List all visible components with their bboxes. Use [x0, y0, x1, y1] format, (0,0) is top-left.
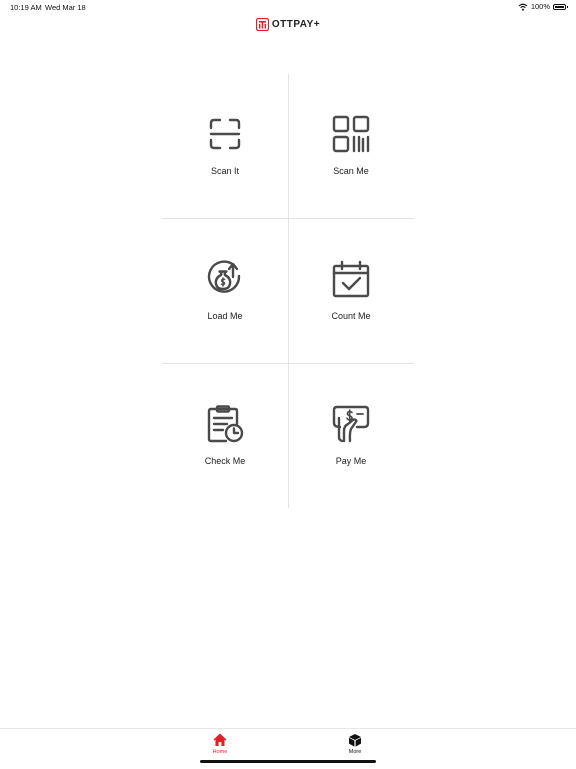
menu-item-pay-me[interactable]: Pay Me	[288, 364, 414, 509]
tab-label: More	[348, 749, 362, 755]
tab-more[interactable]: More	[325, 733, 385, 755]
menu-item-label: Scan Me	[333, 166, 369, 176]
tab-home[interactable]: Home	[190, 733, 250, 755]
menu-grid: Scan It Scan Me Load Me Count Me Check M…	[162, 74, 414, 508]
tab-label: Home	[212, 749, 228, 755]
logo-text: OTTPAY+	[271, 19, 321, 30]
menu-item-count-me[interactable]: Count Me	[288, 219, 414, 364]
menu-item-label: Scan It	[210, 166, 239, 176]
menu-item-label: Load Me	[207, 311, 243, 321]
home-indicator	[200, 760, 376, 763]
calendar-check-icon	[332, 260, 370, 298]
status-indicators: 100%	[518, 2, 568, 11]
app-logo: OTTPAY+	[0, 18, 576, 31]
menu-item-scan-it[interactable]: Scan It	[162, 74, 288, 219]
battery-icon	[553, 3, 568, 10]
clipboard-clock-icon	[207, 405, 244, 443]
menu-item-label: Check Me	[204, 456, 246, 466]
menu-item-check-me[interactable]: Check Me	[162, 364, 288, 509]
ottpay-logo-icon	[255, 18, 269, 31]
money-bag-up-icon	[207, 260, 241, 293]
wifi-icon	[518, 3, 528, 11]
status-date: Wed Mar 18	[45, 3, 86, 12]
cube-icon	[349, 734, 361, 747]
battery-percent: 100%	[530, 2, 550, 11]
menu-item-load-me[interactable]: Load Me	[162, 219, 288, 364]
status-time: 10:19 AM	[10, 3, 42, 12]
home-icon	[213, 733, 227, 746]
hand-payment-icon	[332, 405, 370, 443]
menu-item-label: Pay Me	[335, 456, 367, 466]
menu-item-label: Count Me	[331, 311, 371, 321]
menu-item-scan-me[interactable]: Scan Me	[288, 74, 414, 219]
status-bar: 10:19 AM Wed Mar 18 100%	[0, 0, 576, 14]
qr-code-icon	[332, 115, 370, 153]
scan-frame-icon	[209, 118, 241, 150]
